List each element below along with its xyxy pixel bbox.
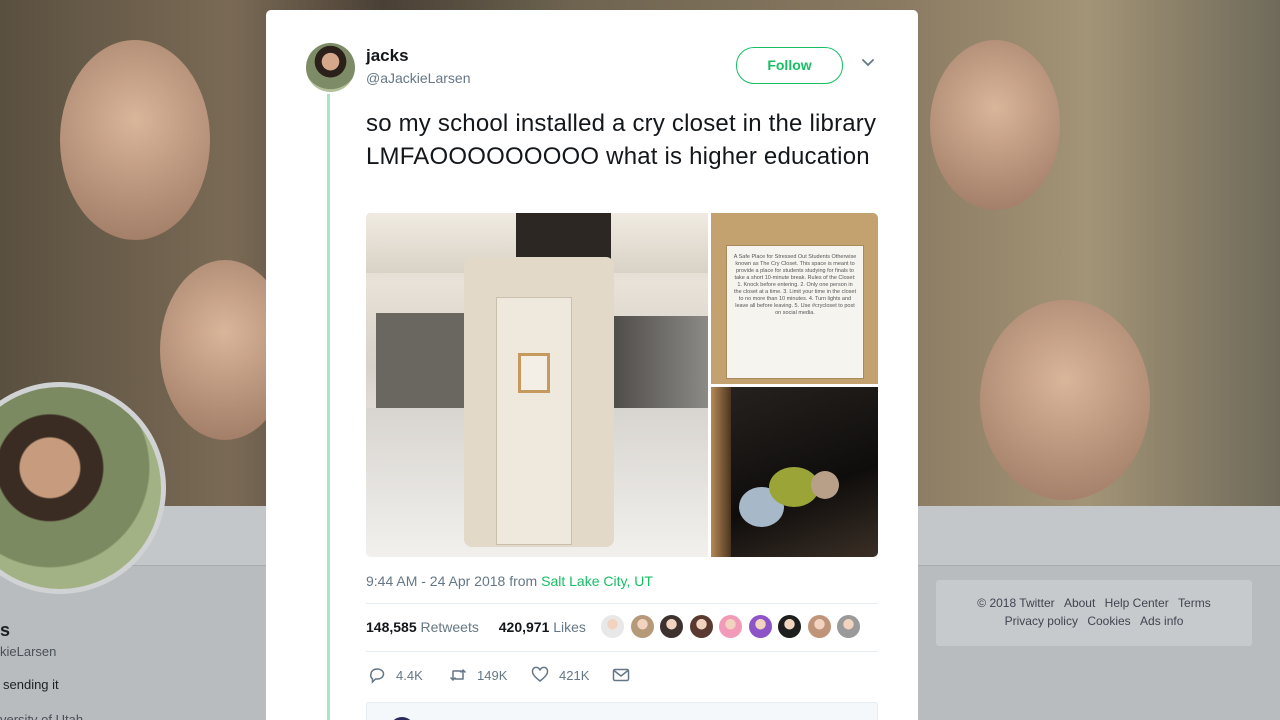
- tweet-from-label: from: [509, 573, 538, 589]
- photo-door-sign: [518, 353, 550, 393]
- footer-link-terms[interactable]: Terms: [1178, 596, 1211, 610]
- footer-link-ads[interactable]: Ads info: [1140, 614, 1183, 628]
- footer-link-help[interactable]: Help Center: [1105, 596, 1169, 610]
- tweet-timestamp[interactable]: 9:44 AM - 24 Apr 2018: [366, 573, 505, 589]
- likes-stat[interactable]: 420,971 Likes: [499, 619, 586, 635]
- banner-person: [60, 40, 210, 240]
- like-count: 421K: [559, 667, 590, 683]
- liker-avatar[interactable]: [747, 614, 773, 639]
- tweet-media: A Safe Place for Stressed Out Students O…: [366, 213, 878, 557]
- footer-copyright: © 2018 Twitter: [977, 596, 1055, 610]
- retweet-count: 149K: [477, 667, 508, 683]
- divider: [366, 603, 878, 604]
- profile-name: s: [0, 620, 11, 640]
- follow-button[interactable]: Follow: [736, 47, 843, 84]
- direct-message-button[interactable]: [612, 664, 640, 686]
- site-footer: © 2018 Twitter About Help Center Terms P…: [936, 580, 1252, 646]
- profile-bio: sending it: [3, 677, 59, 692]
- tweet-stats: 148,585 Retweets 420,971 Likes: [366, 619, 586, 635]
- footer-link-about[interactable]: About: [1064, 596, 1095, 610]
- like-button[interactable]: 421K: [531, 664, 589, 686]
- liker-avatar[interactable]: [688, 614, 714, 639]
- divider: [366, 651, 878, 652]
- author-avatar[interactable]: [306, 43, 355, 92]
- liker-avatar[interactable]: [629, 614, 655, 639]
- retweet-button[interactable]: 149K: [449, 664, 507, 686]
- liker-avatar[interactable]: [836, 614, 861, 639]
- liker-avatar[interactable]: [718, 614, 743, 639]
- reply-button[interactable]: 4.4K: [368, 664, 423, 686]
- retweets-count: 148,585: [366, 619, 417, 635]
- sign-paper: A Safe Place for Stressed Out Students O…: [726, 245, 864, 379]
- profile-bio-line: versity of Utah: [0, 712, 84, 720]
- reply-composer[interactable]: [366, 702, 878, 720]
- tweet-text: so my school installed a cry closet in t…: [366, 110, 877, 170]
- photo-wood-edge: [711, 387, 731, 557]
- retweet-icon: [449, 669, 467, 681]
- author-name[interactable]: jacks: [366, 46, 409, 66]
- profile-handle: kieLarsen: [0, 644, 57, 659]
- liker-avatar[interactable]: [777, 614, 802, 639]
- photo-door: [496, 297, 572, 545]
- photo-plush-toy: [811, 471, 839, 499]
- photo-hallway: [376, 313, 466, 408]
- footer-link-cookies[interactable]: Cookies: [1087, 614, 1130, 628]
- banner-person: [980, 300, 1150, 500]
- footer-link-privacy[interactable]: Privacy policy: [1005, 614, 1078, 628]
- reply-icon: [369, 668, 385, 684]
- liker-avatar[interactable]: [659, 614, 684, 639]
- author-handle[interactable]: @aJackieLarsen: [366, 70, 471, 86]
- banner-person: [930, 40, 1060, 210]
- envelope-icon: [612, 668, 630, 682]
- liker-avatar[interactable]: [806, 614, 832, 639]
- tweet-card: jacks @aJackieLarsen Follow so my school…: [266, 10, 918, 720]
- photo-room: [610, 316, 708, 408]
- retweets-label: Retweets: [420, 619, 479, 635]
- heart-icon: [531, 666, 549, 682]
- photo-closet[interactable]: [366, 213, 708, 557]
- chevron-down-icon[interactable]: [861, 56, 875, 70]
- likes-count: 420,971: [498, 619, 550, 635]
- tweet-location[interactable]: Salt Lake City, UT: [541, 573, 653, 589]
- retweet-stat[interactable]: 148,585 Retweets: [366, 619, 479, 635]
- reply-count: 4.4K: [396, 667, 423, 683]
- tweet-meta: 9:44 AM - 24 Apr 2018 from Salt Lake Cit…: [366, 573, 653, 589]
- likes-label: Likes: [553, 619, 586, 635]
- photo-beam: [516, 213, 611, 259]
- photo-closet-interior[interactable]: [711, 387, 878, 557]
- photo-sign[interactable]: A Safe Place for Stressed Out Students O…: [711, 213, 878, 384]
- liker-avatar[interactable]: [600, 614, 625, 639]
- thread-line: [327, 94, 330, 720]
